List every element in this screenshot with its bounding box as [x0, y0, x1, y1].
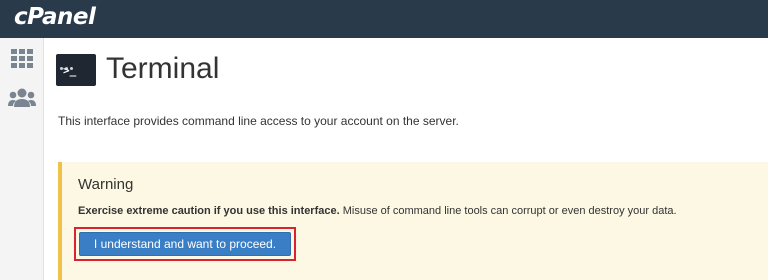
terminal-icon: >_ [56, 54, 96, 86]
main-content: >_ Terminal This interface provides comm… [44, 38, 768, 280]
top-bar: cPanel [0, 0, 768, 38]
warning-body-text: Misuse of command line tools can corrupt… [339, 205, 677, 217]
page-description: This interface provides command line acc… [58, 114, 459, 128]
proceed-button[interactable]: I understand and want to proceed. [79, 232, 291, 256]
page-title: Terminal [106, 52, 220, 85]
warning-strong-text: Exercise extreme caution if you use this… [78, 205, 340, 217]
cpanel-logo[interactable]: cPanel [14, 4, 96, 30]
warning-title: Warning [78, 176, 134, 193]
apps-grid-icon[interactable] [0, 49, 44, 69]
terminal-prompt-glyph: >_ [63, 64, 77, 77]
warning-callout: Warning Exercise extreme caution if you … [58, 162, 768, 280]
users-icon[interactable] [0, 88, 44, 108]
sidebar [0, 38, 44, 280]
warning-message: Exercise extreme caution if you use this… [78, 205, 677, 217]
highlight-box: I understand and want to proceed. [74, 227, 296, 261]
